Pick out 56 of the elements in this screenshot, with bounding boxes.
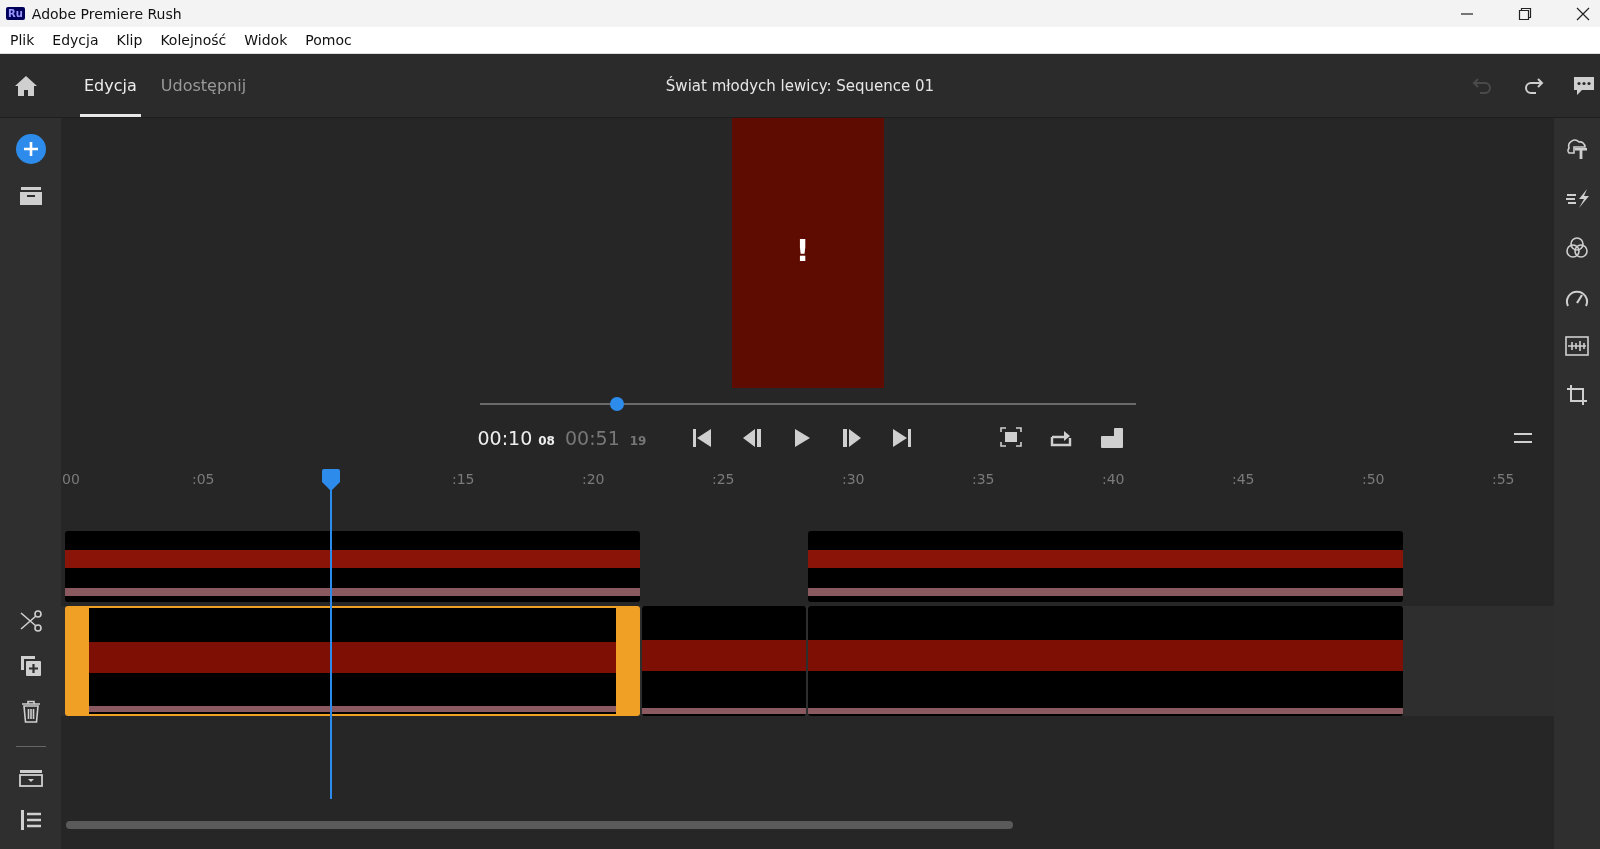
duplicate-icon[interactable] bbox=[18, 654, 43, 678]
total-frames: 19 bbox=[629, 434, 647, 448]
ruler-label: :05 bbox=[192, 471, 215, 487]
video-clip[interactable] bbox=[642, 606, 806, 716]
skip-start-icon[interactable] bbox=[691, 428, 712, 448]
playhead-handle[interactable] bbox=[321, 469, 341, 491]
trash-icon[interactable] bbox=[19, 700, 42, 724]
home-icon[interactable] bbox=[14, 74, 38, 97]
app-logo-icon: Ru bbox=[6, 7, 25, 20]
video-clip[interactable] bbox=[808, 531, 1403, 602]
sequence-title: Świat młodych lewicy: Sequence 01 bbox=[665, 76, 935, 95]
step-forward-icon[interactable] bbox=[841, 428, 862, 448]
menu-icon[interactable] bbox=[1514, 432, 1532, 444]
ruler-label: 00 bbox=[62, 471, 80, 487]
redo-icon[interactable] bbox=[1522, 76, 1544, 95]
ruler-label: :40 bbox=[1102, 471, 1125, 487]
restore-icon[interactable] bbox=[1518, 6, 1532, 21]
ruler-label: :45 bbox=[1232, 471, 1255, 487]
track-icon[interactable] bbox=[18, 769, 43, 787]
step-back-icon[interactable] bbox=[741, 428, 762, 448]
skip-end-icon[interactable] bbox=[891, 428, 912, 448]
ruler-label: :55 bbox=[1492, 471, 1515, 487]
audio-icon[interactable] bbox=[1565, 336, 1589, 356]
menu-item[interactable]: Pomoc bbox=[305, 32, 352, 48]
ruler-label: :50 bbox=[1362, 471, 1385, 487]
current-time: 00:10 bbox=[477, 427, 533, 449]
alert-mark: ! bbox=[795, 233, 810, 268]
menu-item[interactable]: Widok bbox=[244, 32, 288, 48]
menu-item[interactable]: Plik bbox=[10, 32, 35, 48]
aspect-icon[interactable] bbox=[1099, 427, 1124, 449]
tab[interactable]: Udostępnij bbox=[156, 54, 251, 117]
ruler-label: :25 bbox=[712, 471, 735, 487]
video-clip[interactable] bbox=[808, 606, 1403, 716]
ruler-label: :15 bbox=[452, 471, 475, 487]
list-icon[interactable] bbox=[18, 809, 43, 831]
close-icon[interactable] bbox=[1576, 6, 1590, 21]
video-clip[interactable] bbox=[65, 531, 640, 602]
crop-icon[interactable] bbox=[1565, 383, 1589, 407]
title-icon[interactable] bbox=[1565, 136, 1589, 160]
fit-frame-icon[interactable] bbox=[999, 427, 1022, 447]
scissors-icon[interactable] bbox=[18, 610, 43, 632]
total-time: 00:51 bbox=[564, 427, 620, 449]
video-clip[interactable] bbox=[65, 606, 640, 716]
ruler-label: :20 bbox=[582, 471, 605, 487]
horizontal-scrollbar[interactable] bbox=[66, 821, 1013, 829]
scrubber-thumb[interactable] bbox=[610, 397, 625, 411]
window-title: Adobe Premiere Rush bbox=[31, 5, 182, 22]
color-icon[interactable] bbox=[1565, 236, 1589, 260]
add-icon[interactable] bbox=[15, 134, 46, 164]
ruler-label: :35 bbox=[972, 471, 995, 487]
ruler-label: :30 bbox=[842, 471, 865, 487]
current-frames: 08 bbox=[538, 434, 555, 448]
menu-item[interactable]: Edycja bbox=[52, 32, 99, 48]
archive-icon[interactable] bbox=[18, 186, 43, 206]
menu-item[interactable]: Kolejność bbox=[160, 32, 227, 48]
menu-item[interactable]: Klip bbox=[116, 32, 143, 48]
